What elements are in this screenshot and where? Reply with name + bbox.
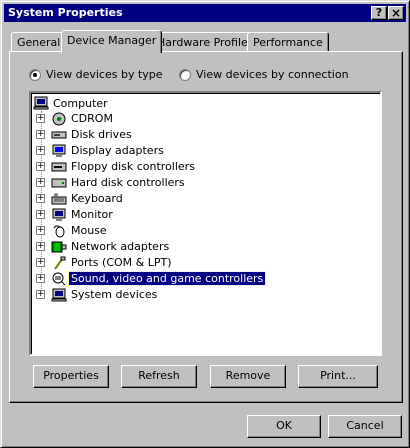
view-by-type-option[interactable]: View devices by type (29, 68, 163, 81)
expand-icon[interactable]: + (36, 242, 45, 251)
expand-icon[interactable]: + (36, 146, 45, 155)
hard-disk-icon (51, 176, 67, 190)
tree-item-label: Network adapters (71, 240, 170, 253)
system-properties-window: System Properties ? × General Device Man… (0, 0, 410, 448)
tree-item-label: Sound, video and game controllers (67, 271, 267, 286)
port-icon (51, 256, 67, 270)
expand-icon[interactable]: + (36, 226, 45, 235)
tree-item-label: Monitor (71, 208, 113, 221)
tree-item-label: Mouse (71, 224, 107, 237)
tab-device-manager[interactable]: Device Manager (61, 30, 163, 53)
view-by-type-label: View devices by type (46, 68, 163, 81)
view-by-connection-radio[interactable] (179, 68, 191, 81)
cancel-button[interactable]: Cancel (328, 415, 402, 438)
remove-button[interactable]: Remove (210, 365, 286, 388)
computer-icon (33, 96, 49, 110)
help-button[interactable]: ? (371, 6, 387, 20)
tree-item-label: Disk drives (71, 128, 132, 141)
tab-hardware-profiles[interactable]: Hardware Profiles (151, 32, 260, 51)
tree-item-label: System devices (71, 288, 158, 301)
view-by-connection-label: View devices by connection (196, 68, 349, 81)
tree-item-label: Keyboard (71, 192, 123, 205)
keyboard-icon (51, 192, 67, 206)
mouse-icon (51, 224, 67, 238)
expand-icon[interactable]: + (36, 114, 45, 123)
expand-icon[interactable]: + (36, 162, 45, 171)
expand-icon[interactable]: + (36, 178, 45, 187)
tree-item-label: Floppy disk controllers (71, 160, 195, 173)
properties-button[interactable]: Properties (33, 365, 109, 388)
title-bar[interactable]: System Properties ? × (4, 4, 406, 22)
refresh-button[interactable]: Refresh (121, 365, 197, 388)
sound-icon (51, 272, 67, 286)
view-by-type-radio[interactable] (29, 68, 41, 81)
tree-item-label: CDROM (71, 112, 113, 125)
expand-icon[interactable]: + (36, 258, 45, 267)
monitor-icon (51, 208, 67, 222)
display-icon (51, 144, 67, 158)
tree-root-label: Computer (53, 96, 108, 110)
tree-item-label: Ports (COM & LPT) (71, 256, 172, 269)
tab-performance[interactable]: Performance (247, 32, 329, 51)
tree-item-label: Hard disk controllers (71, 176, 185, 189)
device-tree[interactable]: Computer + CDROM + Disk drives + Display adap… (29, 91, 382, 356)
expand-icon[interactable]: + (36, 130, 45, 139)
expand-icon[interactable]: + (36, 210, 45, 219)
window-title: System Properties (8, 6, 123, 19)
cdrom-icon (51, 112, 67, 126)
tree-item-label: Display adapters (71, 144, 164, 157)
view-by-connection-option[interactable]: View devices by connection (179, 68, 349, 81)
expand-icon[interactable]: + (36, 274, 45, 283)
close-button[interactable]: × (388, 6, 404, 20)
tab-general[interactable]: General (11, 32, 67, 51)
floppy-icon (51, 160, 67, 174)
print-button[interactable]: Print... (298, 365, 378, 388)
expand-icon[interactable]: + (36, 194, 45, 203)
expand-icon[interactable]: + (36, 290, 45, 299)
disk-drive-icon (51, 128, 67, 142)
system-icon (51, 288, 67, 302)
ok-button[interactable]: OK (247, 415, 321, 438)
network-icon (51, 240, 67, 254)
